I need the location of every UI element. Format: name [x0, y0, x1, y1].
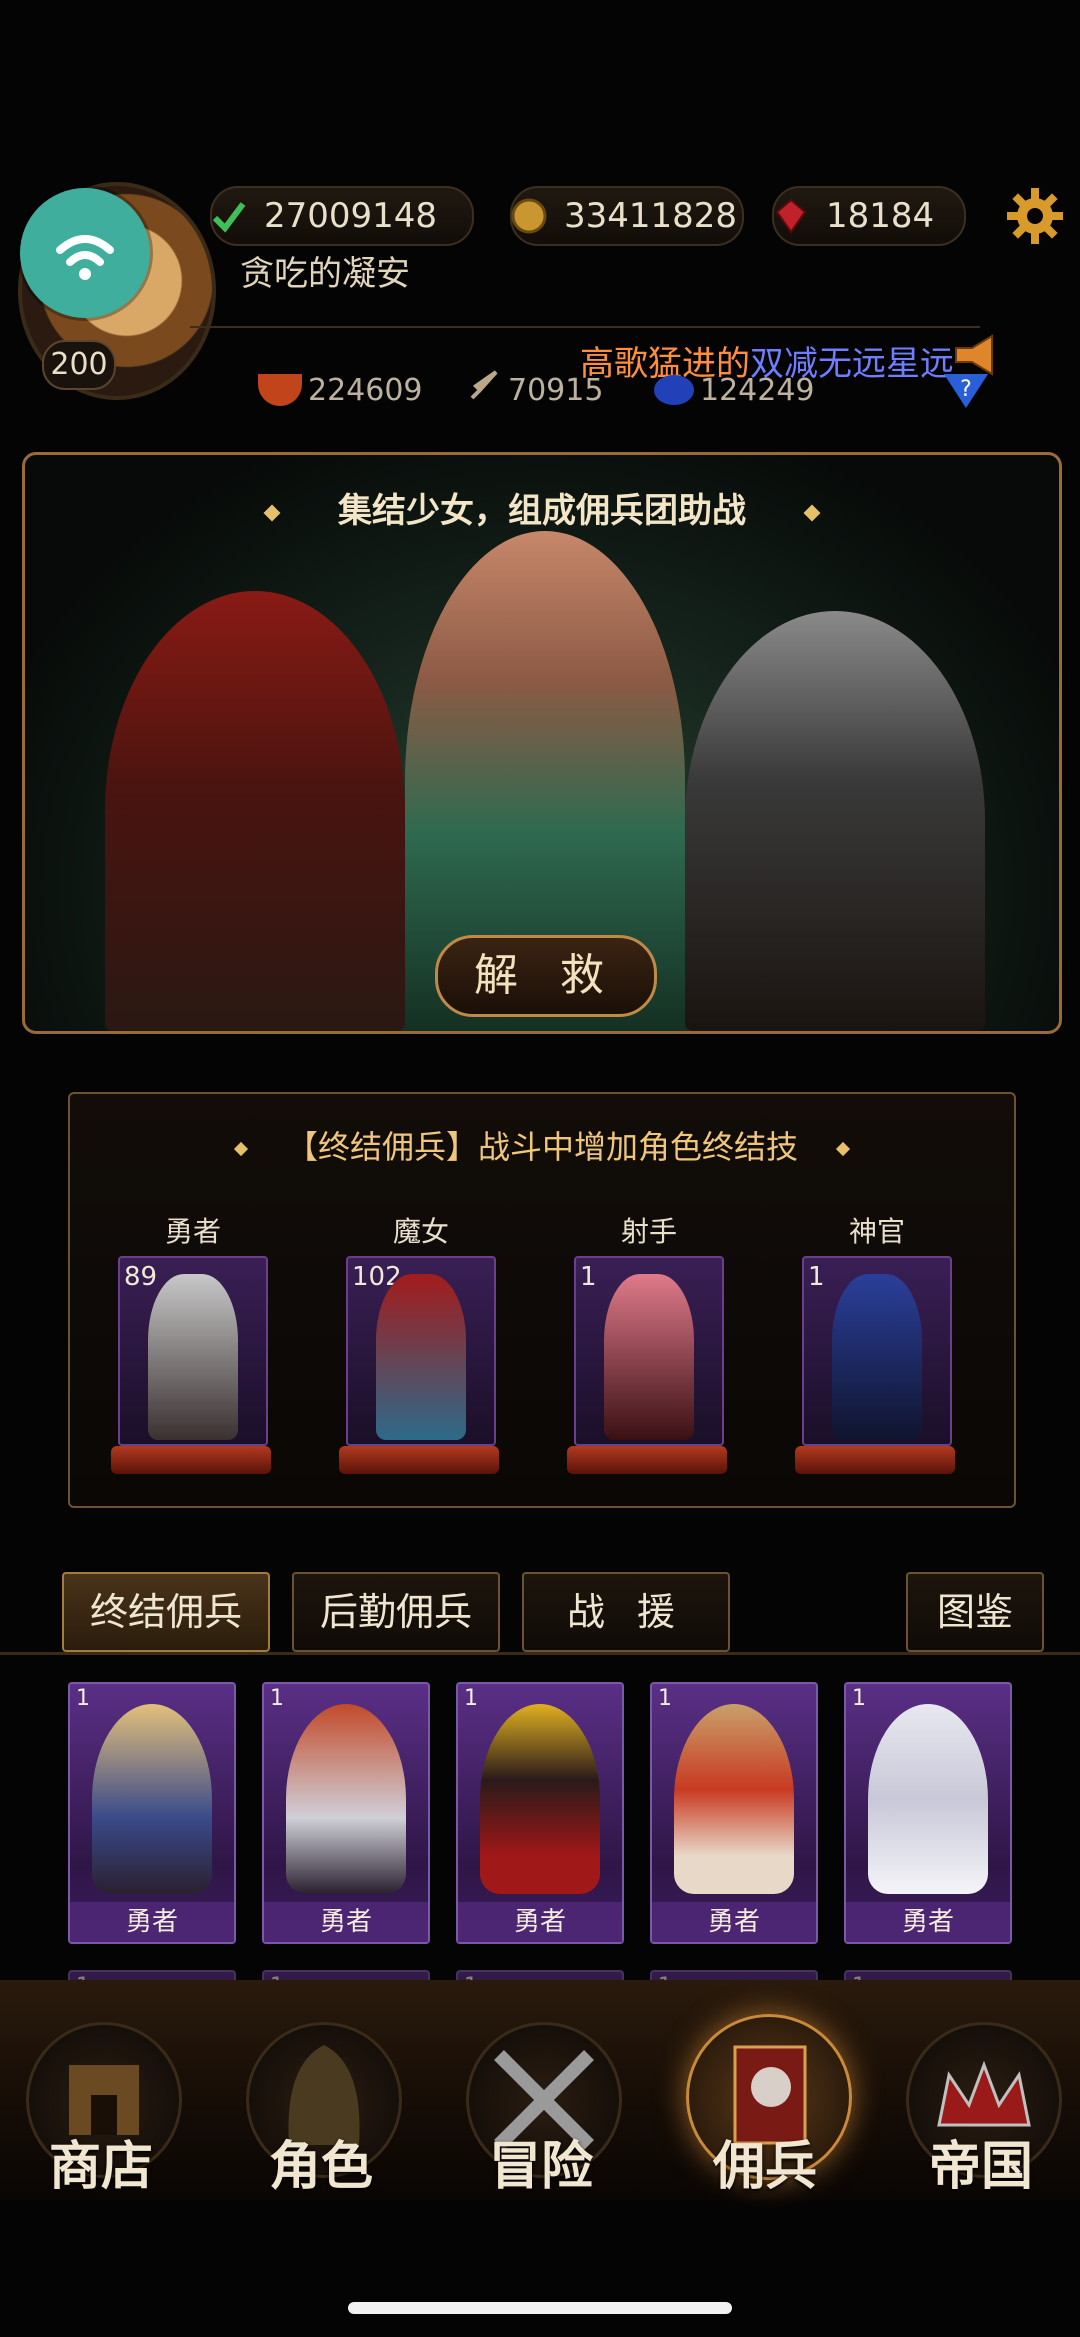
nav-adventure-label[interactable]: 冒险	[466, 2124, 616, 2199]
slot-level: 89	[124, 1262, 158, 1292]
diamond-icon	[803, 504, 821, 521]
slot-class-label: 勇者	[164, 1215, 221, 1248]
card-level: 1	[464, 1686, 478, 1711]
help-question-icon[interactable]: ?	[940, 368, 992, 412]
attack-resource: 70915	[466, 368, 603, 412]
card-level: 1	[76, 1686, 90, 1711]
diamond-icon	[233, 1141, 249, 1157]
rescue-button[interactable]: 解 救	[435, 935, 657, 1017]
slot-level: 1	[580, 1262, 597, 1292]
finisher-slot[interactable]: 射手 1	[567, 1210, 727, 1474]
card-class-label: 勇者	[458, 1902, 622, 1942]
xp-pill: 27009148	[210, 186, 474, 246]
finisher-panel-title: 【终结佣兵】战斗中增加角色终结技	[285, 1128, 798, 1166]
mercenary-card[interactable]: 1 勇者	[456, 1682, 624, 1944]
banner-title: 集结少女，组成佣兵团助战	[338, 491, 746, 531]
finisher-slot[interactable]: 魔女 102	[339, 1210, 499, 1474]
mercenary-portrait	[148, 1274, 238, 1440]
diamond-icon	[263, 504, 281, 521]
mercenary-portrait	[92, 1704, 212, 1894]
slot-pedestal	[567, 1446, 727, 1474]
card-class-label: 勇者	[70, 1902, 234, 1942]
heroine-red-haired	[105, 591, 405, 1031]
gem-value: 18184	[826, 196, 935, 236]
mercenary-portrait	[832, 1274, 922, 1440]
attack-value: 70915	[508, 372, 604, 408]
settings-gear-icon[interactable]	[1005, 186, 1065, 246]
gold-value: 33411828	[564, 196, 738, 236]
mercenary-portrait	[868, 1704, 988, 1894]
hud-divider	[190, 326, 980, 328]
tab-logistics-mercenary[interactable]: 后勤佣兵	[292, 1572, 500, 1652]
card-level: 1	[658, 1686, 672, 1711]
nav-role-label[interactable]: 角色	[246, 2124, 396, 2199]
finisher-slot[interactable]: 神官 1	[795, 1210, 955, 1474]
mercenary-card[interactable]: 1 勇者	[262, 1682, 430, 1944]
mercenary-portrait	[286, 1704, 406, 1894]
codex-button[interactable]: 图鉴	[906, 1572, 1044, 1652]
slot-level: 1	[808, 1262, 825, 1292]
slot-pedestal	[339, 1446, 499, 1474]
nav-empire-label[interactable]: 帝国	[906, 2124, 1056, 2199]
mercenary-portrait	[376, 1274, 466, 1440]
tab-support[interactable]: 战 援	[522, 1572, 730, 1652]
player-name: 贪吃的凝安	[240, 254, 410, 294]
mercenary-card[interactable]: 1 勇者	[650, 1682, 818, 1944]
slot-class-label: 神官	[848, 1215, 905, 1248]
mercenary-card[interactable]: 1 勇者	[68, 1682, 236, 1944]
xp-value: 27009148	[264, 196, 438, 236]
card-level: 1	[270, 1686, 284, 1711]
sword-check-icon	[204, 191, 254, 241]
mana-orb-icon	[654, 375, 694, 405]
card-level: 1	[852, 1686, 866, 1711]
banner-title-row: 集结少女，组成佣兵团助战	[25, 483, 1059, 532]
nav-mercenary-label[interactable]: 佣兵	[690, 2124, 840, 2199]
finisher-slot[interactable]: 勇者 89	[111, 1210, 271, 1474]
finisher-panel: 【终结佣兵】战斗中增加角色终结技 勇者 89 魔女 102 射手 1 神官 1	[68, 1092, 1016, 1508]
food-value: 224609	[308, 372, 423, 408]
finisher-title-row: 【终结佣兵】战斗中增加角色终结技	[70, 1122, 1014, 1168]
slot-pedestal	[795, 1446, 955, 1474]
mercenary-card[interactable]: 1 勇者	[844, 1682, 1012, 1944]
home-indicator[interactable]	[348, 2302, 732, 2314]
slot-class-label: 魔女	[392, 1215, 449, 1248]
tab-finisher-mercenary[interactable]: 终结佣兵	[62, 1572, 270, 1652]
gold-pill: 33411828	[510, 186, 744, 246]
card-class-label: 勇者	[264, 1902, 428, 1942]
food-bowl-icon	[258, 374, 302, 406]
wifi-icon	[20, 188, 150, 318]
nav-shop-label[interactable]: 商店	[26, 2124, 176, 2199]
player-level: 200	[42, 340, 116, 390]
svg-text:?: ?	[960, 377, 972, 402]
slot-card[interactable]: 1	[802, 1256, 952, 1446]
slot-card[interactable]: 89	[118, 1256, 268, 1446]
dagger-icon	[466, 368, 502, 412]
ruby-gem-icon	[766, 191, 816, 241]
food-resource: 224609	[258, 368, 423, 412]
mercenary-portrait	[604, 1274, 694, 1440]
card-class-label: 勇者	[846, 1902, 1010, 1942]
gem-pill: 18184	[772, 186, 966, 246]
diamond-icon	[835, 1141, 851, 1157]
mercenary-portrait	[480, 1704, 600, 1894]
slot-pedestal	[111, 1446, 271, 1474]
mana-resource: 124249	[654, 368, 815, 412]
slot-card[interactable]: 102	[346, 1256, 496, 1446]
recruit-banner[interactable]: 集结少女，组成佣兵团助战 解 救	[22, 452, 1062, 1034]
slot-card[interactable]: 1	[574, 1256, 724, 1446]
heroine-silver-haired	[685, 611, 985, 1031]
card-class-label: 勇者	[652, 1902, 816, 1942]
mercenary-portrait	[674, 1704, 794, 1894]
tab-divider	[0, 1652, 1080, 1655]
slot-class-label: 射手	[620, 1215, 677, 1248]
mana-value: 124249	[700, 372, 815, 408]
gold-coin-icon	[504, 191, 554, 241]
